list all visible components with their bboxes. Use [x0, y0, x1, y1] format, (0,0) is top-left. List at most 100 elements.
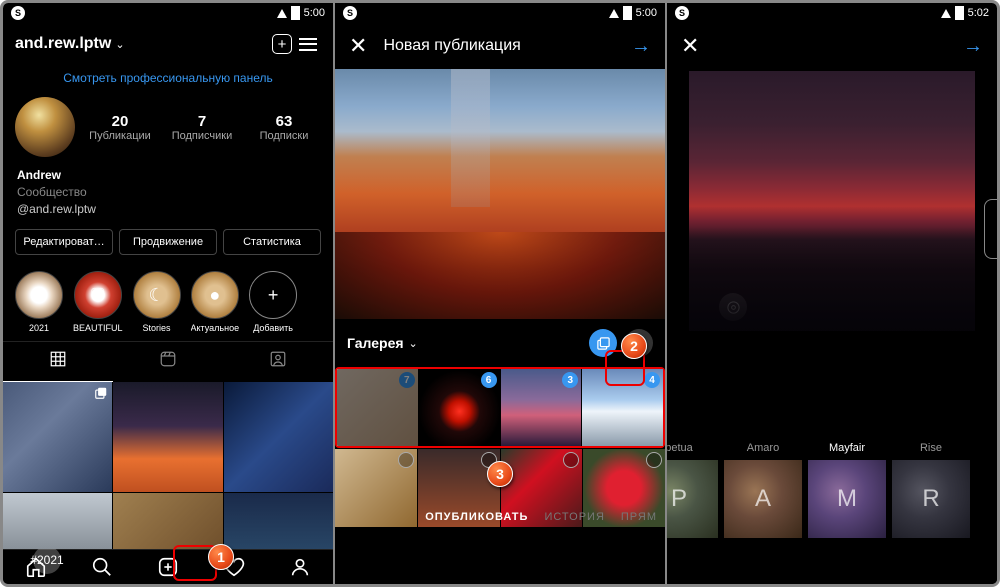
filter-strip: petuaP AmaroA MayfairM RiseR: [665, 442, 997, 546]
heart-icon: ♡: [74, 271, 122, 319]
profile-bio: Andrew Сообщество @and.rew.lptw #2021: [3, 163, 333, 221]
chevron-down-icon[interactable]: ⌄: [409, 337, 418, 350]
dot-icon: ●: [191, 271, 239, 319]
edit-profile-button[interactable]: Редактироват…: [15, 229, 113, 255]
create-tab[interactable]: [135, 556, 201, 578]
add-highlight[interactable]: +Добавить: [249, 271, 297, 333]
new-post-button[interactable]: +: [269, 31, 295, 57]
close-icon[interactable]: ✕: [681, 33, 699, 59]
profile-screen: S 5:00 and.rew.lptw ⌄ + Смотреть професс…: [3, 3, 333, 584]
gallery-thumb[interactable]: 6: [419, 369, 500, 446]
highlight-item[interactable]: ♡2021: [15, 271, 63, 333]
bio-name: Andrew: [17, 167, 319, 184]
carousel-icon: [94, 386, 108, 400]
status-bar: S 5:02: [667, 3, 997, 23]
multi-select-button[interactable]: [589, 329, 617, 357]
username-dropdown[interactable]: and.rew.lptw: [15, 35, 111, 53]
post-thumbnail[interactable]: [113, 382, 222, 491]
preview-image[interactable]: [335, 69, 665, 319]
tag-people-button[interactable]: [719, 293, 747, 321]
gallery-dropdown[interactable]: Галерея: [347, 335, 404, 351]
callout-1: 1: [208, 544, 234, 570]
profile-tab[interactable]: [267, 556, 333, 578]
select-badge: 3: [562, 372, 578, 388]
filter-thumb: P: [665, 460, 718, 538]
highlight-stories: ♡2021 ♡BEAUTIFUL ☾Stories ●Актуальное +Д…: [3, 263, 333, 341]
highlight-item[interactable]: ♡BEAUTIFUL: [73, 271, 123, 333]
highlight-item[interactable]: ☾Stories: [133, 271, 181, 333]
following-stat[interactable]: 63Подписки: [247, 113, 321, 142]
next-image-handle[interactable]: [984, 199, 997, 259]
edit-preview[interactable]: [689, 71, 975, 331]
post-thumbnail[interactable]: [3, 382, 112, 491]
publish-tab[interactable]: ОПУБЛИКОВАТЬ: [425, 511, 528, 523]
next-button[interactable]: →: [631, 35, 651, 58]
callout-2: 2: [621, 333, 647, 359]
callout-3: 3: [487, 461, 513, 487]
status-bar: S 5:00: [3, 3, 333, 23]
select-badge: 4: [644, 372, 660, 388]
clock: 5:02: [968, 7, 989, 19]
gallery-thumb[interactable]: 4: [582, 369, 663, 446]
highlight-item[interactable]: ●Актуальное: [191, 271, 240, 333]
page-title: Новая публикация: [383, 37, 520, 55]
tab-placeholder[interactable]: [667, 546, 832, 584]
clock: 5:00: [636, 7, 657, 19]
grid-tab[interactable]: [3, 342, 113, 382]
shazam-icon: S: [343, 6, 357, 20]
story-tab[interactable]: ИСТОРИЯ: [544, 511, 604, 523]
avatar[interactable]: [15, 97, 75, 157]
home-tab[interactable]: [3, 556, 69, 578]
tagged-tab[interactable]: [223, 342, 333, 382]
tab-placeholder[interactable]: [832, 546, 997, 584]
post-thumbnail[interactable]: ▶: [3, 493, 112, 549]
live-tab[interactable]: ПРЯМ: [621, 511, 657, 523]
profile-header: and.rew.lptw ⌄ +: [3, 23, 333, 65]
filter-thumb: A: [724, 460, 802, 538]
select-badge: 7: [399, 372, 415, 388]
posts-stat[interactable]: 20Публикации: [83, 113, 157, 142]
profile-tabs: [3, 341, 333, 382]
promote-button[interactable]: Продвижение: [119, 229, 217, 255]
filter-option[interactable]: petuaP: [665, 442, 721, 538]
battery-icon: [291, 6, 300, 20]
reels-tab[interactable]: [113, 342, 223, 382]
next-button[interactable]: →: [963, 35, 983, 58]
post-thumbnail[interactable]: [224, 493, 333, 549]
select-circle: [563, 452, 579, 468]
filter-option[interactable]: RiseR: [889, 442, 973, 538]
select-circle: [646, 452, 662, 468]
filter-thumb: R: [892, 460, 970, 538]
gallery-thumb[interactable]: 3: [501, 369, 582, 446]
chevron-down-icon[interactable]: ⌄: [115, 38, 124, 51]
moon-icon: ☾: [133, 271, 181, 319]
battery-icon: [623, 6, 632, 20]
search-tab[interactable]: [69, 556, 135, 578]
signal-icon: [609, 9, 619, 18]
bio-handle[interactable]: @and.rew.lptw: [17, 201, 319, 218]
action-buttons: Редактироват… Продвижение Статистика: [3, 221, 333, 263]
highlight-box-3: 7 6 3 4: [335, 367, 665, 448]
bio-category: Сообщество: [17, 184, 319, 201]
filter-option[interactable]: MayfairM: [805, 442, 889, 538]
heart-icon: ♡: [15, 271, 63, 319]
insights-button[interactable]: Статистика: [223, 229, 321, 255]
plus-icon: +: [249, 271, 297, 319]
close-icon[interactable]: ✕: [349, 33, 367, 59]
new-post-screen: S 5:00 ✕ Новая публикация → Галерея ⌄ 7 …: [333, 3, 665, 584]
filter-thumb: M: [808, 460, 886, 538]
menu-button[interactable]: [295, 31, 321, 57]
thumbnail-grid: 7 6 3 4 ОПУБЛИКОВАТЬ ИСТОРИЯ ПРЯМ: [335, 367, 665, 527]
status-bar: S 5:00: [335, 3, 665, 23]
filter-option[interactable]: AmaroA: [721, 442, 805, 538]
post-thumbnail[interactable]: [113, 493, 222, 549]
gallery-thumb[interactable]: [335, 449, 417, 527]
filter-screen: S 5:02 ✕ → petuaP AmaroA MayfairM RiseR: [665, 3, 997, 584]
followers-stat[interactable]: 7Подписчики: [165, 113, 239, 142]
filter-body: petuaP AmaroA MayfairM RiseR: [667, 69, 997, 584]
gallery-row: Галерея ⌄: [335, 319, 665, 367]
post-header: ✕ Новая публикация →: [335, 23, 665, 69]
gallery-thumb[interactable]: 7: [337, 369, 418, 446]
post-thumbnail[interactable]: [224, 382, 333, 491]
pro-dashboard-link[interactable]: Смотреть профессиональную панель: [3, 65, 333, 91]
